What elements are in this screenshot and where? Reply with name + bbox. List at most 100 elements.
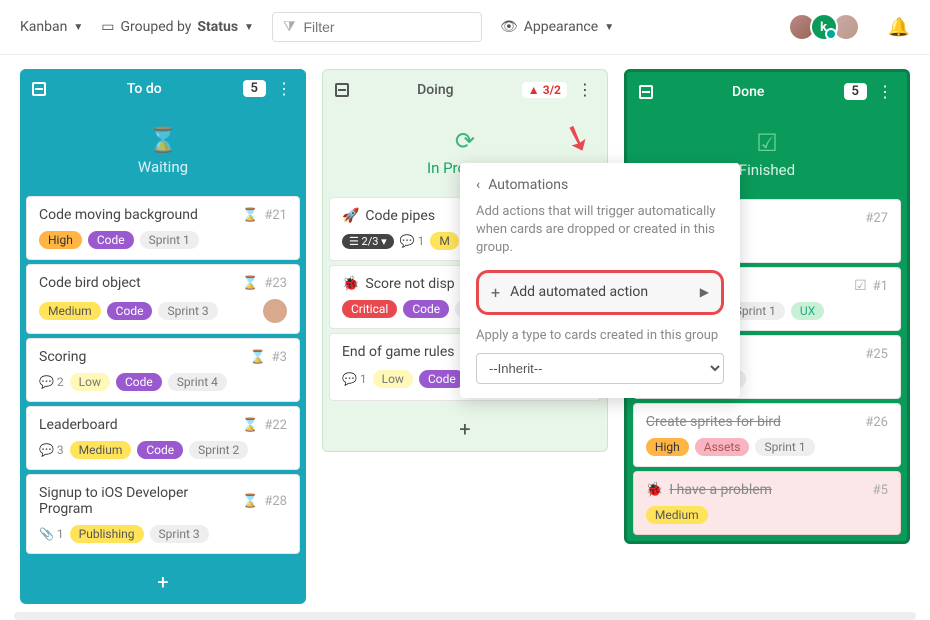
collapse-icon[interactable] bbox=[335, 83, 349, 97]
card[interactable]: 🐞I have a problem#5Medium bbox=[633, 471, 901, 535]
automations-popover: ‹ Automations Add actions that will trig… bbox=[460, 163, 740, 398]
appearance-label: Appearance bbox=[524, 19, 598, 35]
column-menu-icon[interactable]: ⋮ bbox=[274, 79, 294, 98]
popover-header: ‹ Automations bbox=[476, 177, 724, 193]
popover-description-2: Apply a type to cards created in this gr… bbox=[476, 327, 724, 345]
column-menu-icon[interactable]: ⋮ bbox=[875, 82, 895, 101]
card-title: Code moving background bbox=[39, 207, 236, 223]
tag: High bbox=[646, 438, 689, 456]
column-header: To do 5 ⋮ bbox=[20, 69, 306, 108]
view-selector[interactable]: Kanban ▼ bbox=[20, 19, 83, 35]
avatar[interactable]: k bbox=[810, 13, 838, 41]
collapse-icon[interactable] bbox=[639, 85, 653, 99]
card-title: Leaderboard bbox=[39, 417, 236, 433]
hourglass-icon: ⌛ bbox=[242, 418, 258, 433]
tag: Sprint 3 bbox=[158, 302, 217, 320]
column-title: To do bbox=[54, 81, 235, 97]
cards-list: Code moving background ⌛ #21 High Code Sprint… bbox=[20, 190, 306, 560]
appearance-selector[interactable]: 👁 Appearance ▼ bbox=[500, 19, 614, 35]
bug-icon: 🐞 bbox=[342, 276, 359, 292]
card-id: #22 bbox=[264, 418, 287, 433]
tag: Low bbox=[373, 370, 413, 388]
column-header: Done 5 ⋮ bbox=[627, 72, 907, 111]
hourglass-icon: ⌛ bbox=[242, 276, 258, 291]
back-icon[interactable]: ‹ bbox=[476, 177, 480, 193]
progress-badge: ☰ 2/3 ▾ bbox=[342, 234, 394, 249]
card-id: #28 bbox=[264, 494, 287, 509]
chevron-down-icon: ▼ bbox=[604, 22, 614, 33]
column-count: 5 bbox=[243, 80, 266, 97]
hourglass-icon: ⌛ bbox=[242, 494, 258, 509]
filter-icon: ⧩ bbox=[283, 19, 296, 35]
column-count: 5 bbox=[844, 83, 867, 100]
check-icon: ☑ bbox=[627, 129, 907, 157]
comments-count: 💬 3 bbox=[39, 443, 64, 457]
filter-input-wrapper[interactable]: ⧩ bbox=[272, 12, 482, 42]
card-id: #23 bbox=[264, 276, 287, 291]
column-menu-icon[interactable]: ⋮ bbox=[575, 80, 595, 99]
card-title: Scoring bbox=[39, 349, 243, 365]
tag: Sprint 4 bbox=[168, 373, 227, 391]
groupby-selector[interactable]: ▭ Grouped by Status ▼ bbox=[101, 19, 254, 35]
add-card-button[interactable]: + bbox=[20, 560, 306, 604]
card-title: Create sprites for bird bbox=[646, 414, 859, 430]
card-id: #26 bbox=[865, 415, 888, 430]
card[interactable]: Signup to iOS Developer Program⌛#28📎 1Pu… bbox=[26, 474, 300, 554]
card[interactable]: Leaderboard⌛#22💬 3MediumCodeSprint 2 bbox=[26, 406, 300, 470]
scrollbar[interactable] bbox=[14, 612, 916, 620]
wip-value: 3/2 bbox=[543, 83, 561, 97]
toolbar: Kanban ▼ ▭ Grouped by Status ▼ ⧩ 👁 Appea… bbox=[0, 0, 930, 55]
collapse-icon[interactable] bbox=[32, 82, 46, 96]
popover-title: Automations bbox=[488, 177, 568, 193]
wip-badge: ▲ 3/2 bbox=[522, 82, 567, 98]
eye-icon: 👁 bbox=[500, 19, 518, 35]
card-id: #27 bbox=[865, 211, 888, 226]
add-card-button[interactable]: + bbox=[323, 407, 607, 451]
bug-icon: 🐞 bbox=[646, 482, 663, 498]
add-automated-action-button[interactable]: + Add automated action ▶ bbox=[476, 270, 724, 315]
column-todo: To do 5 ⋮ ⌛ Waiting Code moving backgrou… bbox=[20, 69, 306, 604]
tag: Code bbox=[107, 302, 153, 320]
attachments-count: 📎 1 bbox=[39, 527, 64, 541]
tag: Sprint 3 bbox=[150, 525, 209, 543]
tag: M bbox=[430, 232, 458, 250]
popover-description: Add actions that will trigger automatica… bbox=[476, 203, 724, 258]
column-subheader: ⌛ Waiting bbox=[20, 108, 306, 190]
card-type-select[interactable]: --Inherit-- bbox=[476, 353, 724, 384]
tag: Low bbox=[70, 373, 110, 391]
tag: Medium bbox=[70, 441, 132, 459]
card[interactable]: Create sprites for bird #26 High Assets Spri… bbox=[633, 403, 901, 467]
tag: Medium bbox=[39, 302, 101, 320]
card-title: Code bird object bbox=[39, 275, 236, 291]
tag: High bbox=[39, 231, 82, 249]
tag: Sprint 1 bbox=[140, 231, 199, 249]
card-id: #5 bbox=[873, 483, 888, 498]
avatar[interactable] bbox=[263, 299, 287, 323]
tag: Assets bbox=[695, 438, 750, 456]
user-avatars: k bbox=[794, 13, 860, 41]
plus-icon: + bbox=[491, 283, 500, 302]
tag: Medium bbox=[646, 506, 708, 524]
tag: Code bbox=[88, 231, 134, 249]
card[interactable]: Code moving background ⌛ #21 High Code Sprint… bbox=[26, 196, 300, 260]
card-id: #21 bbox=[264, 208, 287, 223]
tag: Code bbox=[419, 370, 465, 388]
notifications-icon[interactable]: 🔔 bbox=[888, 17, 910, 38]
chevron-right-icon: ▶ bbox=[700, 285, 709, 299]
comments-count: 💬 1 bbox=[342, 372, 367, 386]
card-id: #1 bbox=[873, 279, 888, 294]
tag: Sprint 2 bbox=[189, 441, 248, 459]
card[interactable]: Scoring⌛#3💬 2LowCodeSprint 4 bbox=[26, 338, 300, 402]
column-header: Doing ▲ 3/2 ⋮ bbox=[323, 70, 607, 109]
tag: Critical bbox=[342, 300, 397, 318]
filter-input[interactable] bbox=[303, 19, 471, 35]
grouped-value: Status bbox=[197, 19, 238, 35]
card-id: #3 bbox=[272, 350, 287, 365]
tag: Sprint 1 bbox=[755, 438, 814, 456]
card-title: Signup to iOS Developer Program bbox=[39, 485, 236, 517]
hourglass-icon: ⌛ bbox=[242, 208, 258, 223]
tag: UX bbox=[791, 302, 824, 320]
rocket-icon: 🚀 bbox=[342, 208, 359, 224]
kanban-board: To do 5 ⋮ ⌛ Waiting Code moving backgrou… bbox=[0, 55, 930, 618]
card[interactable]: Code bird object ⌛ #23 Medium Code Sprint 3 bbox=[26, 264, 300, 334]
